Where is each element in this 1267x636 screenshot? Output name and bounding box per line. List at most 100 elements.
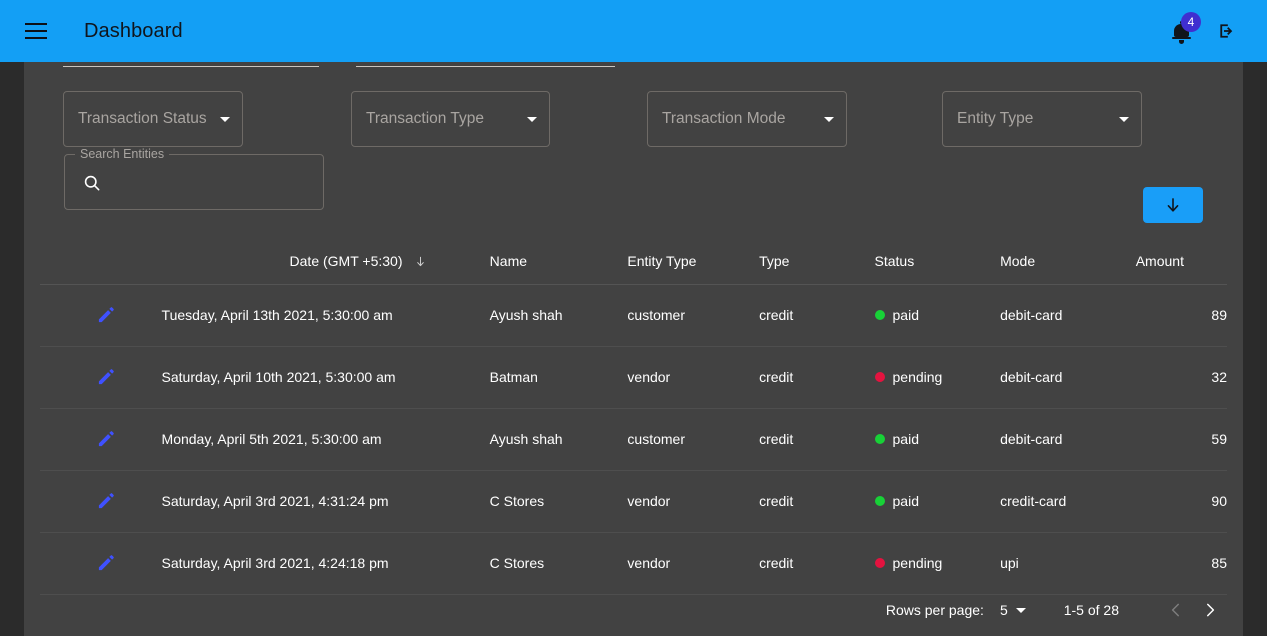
rows-per-page-value: 5 bbox=[999, 602, 1008, 618]
chevron-down-icon bbox=[220, 116, 230, 122]
status-dot-icon bbox=[874, 558, 885, 568]
cell-date: Tuesday, April 13th 2021, 5:30:00 am bbox=[161, 284, 490, 347]
status-label: paid bbox=[892, 493, 919, 509]
search-icon bbox=[84, 175, 100, 191]
select-transaction-status[interactable]: Transaction Status bbox=[63, 91, 243, 147]
column-header-name-label: Name bbox=[489, 252, 528, 269]
logout-button[interactable] bbox=[1207, 11, 1247, 51]
bell-clapper bbox=[1178, 39, 1184, 44]
table-header-row: Date (GMT +5:30) Name Entity Type Type S… bbox=[40, 238, 1227, 285]
menu-bar-2 bbox=[25, 30, 47, 32]
cell-entity-type: vendor bbox=[627, 470, 760, 533]
status-label: paid bbox=[892, 307, 919, 323]
to-date-field-underline[interactable] bbox=[356, 66, 615, 67]
transactions-table-element: Date (GMT +5:30) Name Entity Type Type S… bbox=[40, 238, 1227, 595]
column-header-date[interactable]: Date (GMT +5:30) bbox=[161, 238, 490, 285]
status-label: pending bbox=[892, 369, 943, 385]
edit-pencil-icon[interactable] bbox=[96, 429, 116, 449]
cell-type: credit bbox=[759, 408, 875, 471]
status-dot-icon bbox=[874, 496, 885, 506]
cell-name: Ayush shah bbox=[489, 284, 628, 347]
menu-bar-3 bbox=[25, 37, 47, 39]
cell-status: paid bbox=[874, 408, 1001, 471]
table-pagination: Rows per page: 5 1-5 of 28 bbox=[40, 584, 1227, 636]
status-badge: paid bbox=[874, 409, 993, 470]
chevron-down-icon bbox=[1015, 607, 1026, 613]
status-badge: pending bbox=[874, 347, 993, 408]
select-transaction-type-label: Transaction Type bbox=[366, 110, 485, 127]
cell-name: Ayush shah bbox=[489, 408, 628, 471]
select-transaction-mode-label: Transaction Mode bbox=[662, 110, 786, 127]
chevron-right-icon bbox=[1207, 603, 1215, 617]
edit-cell bbox=[40, 284, 162, 347]
table-row[interactable]: Tuesday, April 13th 2021, 5:30:00 am Ayus… bbox=[40, 284, 1227, 347]
search-input[interactable] bbox=[111, 156, 317, 208]
notifications-button[interactable]: 4 bbox=[1161, 11, 1201, 51]
column-header-edit bbox=[40, 238, 162, 285]
edit-pencil-icon[interactable] bbox=[96, 305, 116, 325]
edit-cell bbox=[40, 346, 162, 409]
page-title: Dashboard bbox=[84, 19, 183, 42]
column-header-name[interactable]: Name bbox=[489, 238, 628, 285]
displayed-rows-label: 1-5 of 28 bbox=[1063, 602, 1119, 618]
cell-name: Batman bbox=[489, 346, 628, 409]
content-card: Transaction Status Transaction Type Tran… bbox=[24, 62, 1243, 636]
download-button[interactable] bbox=[1143, 187, 1203, 223]
transactions-table: Date (GMT +5:30) Name Entity Type Type S… bbox=[40, 238, 1227, 595]
cell-date: Saturday, April 3rd 2021, 4:31:24 pm bbox=[161, 470, 490, 533]
column-header-status[interactable]: Status bbox=[874, 238, 1001, 285]
filter-row: Transaction Status Transaction Type Tran… bbox=[24, 91, 1243, 147]
logout-icon bbox=[1220, 24, 1233, 38]
cell-status: paid bbox=[874, 470, 1001, 533]
column-header-entity-type-label: Entity Type bbox=[627, 252, 697, 269]
table-row[interactable]: Saturday, April 3rd 2021, 4:31:24 pm C St… bbox=[40, 470, 1227, 533]
select-transaction-status-label: Transaction Status bbox=[78, 110, 207, 127]
edit-pencil-icon[interactable] bbox=[96, 367, 116, 387]
cell-entity-type: customer bbox=[627, 284, 760, 347]
column-header-amount[interactable]: Amount bbox=[1129, 238, 1227, 285]
cell-type: credit bbox=[759, 470, 875, 533]
appbar-actions: 4 bbox=[1161, 11, 1247, 51]
page-body: Transaction Status Transaction Type Tran… bbox=[0, 62, 1267, 636]
cell-amount: 59 bbox=[1129, 408, 1227, 471]
rows-per-page-select[interactable]: 5 bbox=[1000, 602, 1026, 618]
app-bar: Dashboard 4 bbox=[0, 0, 1267, 62]
cell-amount: 89 bbox=[1129, 284, 1227, 347]
next-page-button[interactable] bbox=[1193, 593, 1227, 627]
table-row[interactable]: Saturday, April 10th 2021, 5:30:00 am Bat… bbox=[40, 346, 1227, 409]
edit-pencil-icon[interactable] bbox=[96, 491, 116, 511]
select-transaction-type[interactable]: Transaction Type bbox=[351, 91, 550, 147]
hamburger-menu-icon[interactable] bbox=[12, 7, 60, 55]
cell-entity-type: customer bbox=[627, 408, 760, 471]
column-header-mode-label: Mode bbox=[1000, 252, 1036, 269]
edit-pencil-icon[interactable] bbox=[96, 553, 116, 573]
status-label: pending bbox=[892, 555, 943, 571]
table-row[interactable]: Monday, April 5th 2021, 5:30:00 am Ayush … bbox=[40, 408, 1227, 471]
select-transaction-mode[interactable]: Transaction Mode bbox=[647, 91, 847, 147]
table-head: Date (GMT +5:30) Name Entity Type Type S… bbox=[40, 238, 1227, 285]
cell-date: Saturday, April 10th 2021, 5:30:00 am bbox=[161, 346, 490, 409]
select-entity-type[interactable]: Entity Type bbox=[942, 91, 1142, 147]
search-entities-field[interactable]: Search Entities bbox=[64, 147, 324, 210]
cell-mode: debit-card bbox=[1000, 408, 1130, 471]
cell-entity-type: vendor bbox=[627, 346, 760, 409]
from-date-field-underline[interactable] bbox=[63, 66, 319, 67]
cell-type: credit bbox=[759, 284, 875, 347]
table-body: Tuesday, April 13th 2021, 5:30:00 am Ayus… bbox=[40, 284, 1227, 595]
column-header-type[interactable]: Type bbox=[759, 238, 875, 285]
edit-cell bbox=[40, 470, 162, 533]
rows-per-page-label: Rows per page: bbox=[885, 602, 984, 618]
column-header-amount-label: Amount bbox=[1135, 252, 1184, 269]
status-dot-icon bbox=[874, 310, 885, 320]
status-dot-icon bbox=[874, 372, 885, 382]
status-badge: paid bbox=[874, 471, 993, 532]
cell-amount: 90 bbox=[1129, 470, 1227, 533]
column-header-type-label: Type bbox=[759, 252, 790, 269]
column-header-entity-type[interactable]: Entity Type bbox=[627, 238, 760, 285]
column-header-mode[interactable]: Mode bbox=[1000, 238, 1130, 285]
edit-cell bbox=[40, 408, 162, 471]
previous-page-button[interactable] bbox=[1159, 593, 1193, 627]
cell-mode: debit-card bbox=[1000, 284, 1130, 347]
arrow-down-icon bbox=[1167, 198, 1179, 212]
chevron-down-icon bbox=[527, 116, 537, 122]
